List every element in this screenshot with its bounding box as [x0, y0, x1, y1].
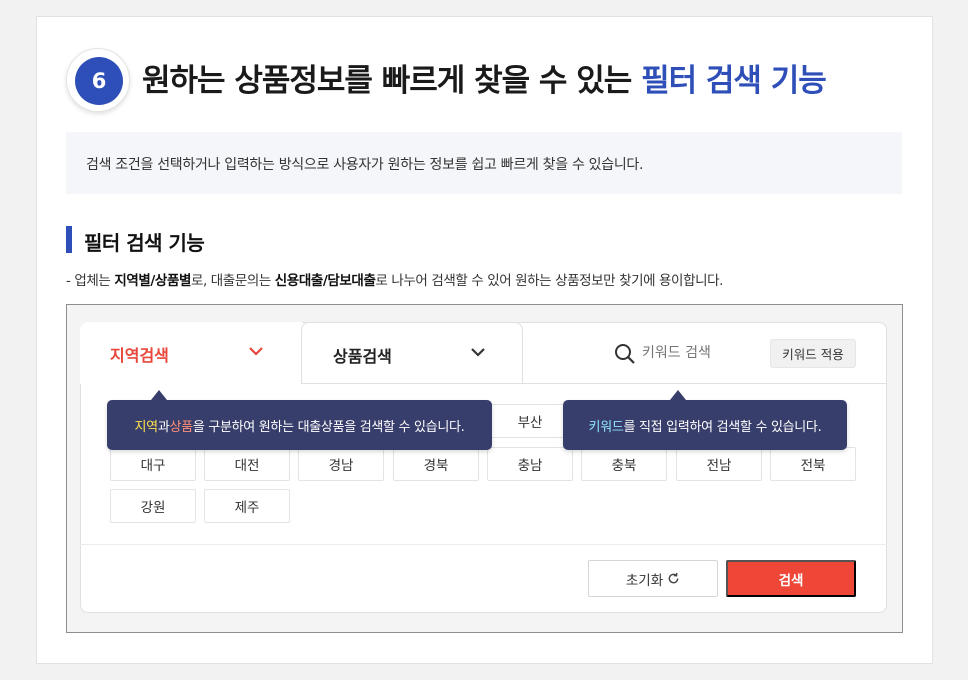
- step-number-badge: 6: [66, 48, 130, 112]
- reset-label: 초기화: [625, 572, 664, 588]
- tab-product-label: 상품검색: [333, 347, 392, 366]
- region-chip-daejeon[interactable]: 대전: [204, 447, 290, 481]
- tooltip-highlight-keyword: 키워드: [588, 419, 624, 435]
- search-icon: [615, 344, 635, 364]
- desc-bold-region-product: 지역별/상품별: [114, 273, 191, 289]
- chevron-down-icon: [249, 347, 263, 356]
- region-chip-gangwon[interactable]: 강원: [110, 489, 196, 523]
- page-title-text: 원하는 상품정보를 빠르게 찾을 수 있는: [142, 63, 642, 99]
- region-chip-gyeongnam[interactable]: 경남: [298, 447, 384, 481]
- refresh-icon: [668, 572, 679, 584]
- intro-text: 검색 조건을 선택하거나 입력하는 방식으로 사용자가 원하는 정보를 쉽고 빠…: [86, 157, 644, 173]
- tab-product-search[interactable]: 상품검색: [301, 322, 523, 384]
- region-chip-jeonbuk[interactable]: 전북: [770, 447, 856, 481]
- tooltip-highlight-product: 상품: [169, 419, 193, 435]
- section-title: 필터 검색 기능: [84, 231, 205, 255]
- region-chip-chungnam[interactable]: 충남: [487, 447, 573, 481]
- region-chip-jeonnam[interactable]: 전남: [676, 447, 762, 481]
- search-button[interactable]: 검색: [726, 560, 856, 597]
- footer-divider: [80, 544, 887, 545]
- step-number: 6: [75, 57, 123, 105]
- desc-part: 로, 대출문의는: [190, 273, 275, 289]
- chevron-down-icon: [471, 348, 485, 357]
- tooltip-text: 을 구분하여 원하는 대출상품을 검색할 수 있습니다.: [192, 419, 465, 435]
- keyword-apply-button[interactable]: 키워드 적용: [770, 339, 856, 368]
- desc-part: - 업체는: [66, 273, 115, 289]
- keyword-search-input[interactable]: [642, 343, 742, 363]
- tooltip-text: 과: [157, 419, 170, 435]
- page-title: 원하는 상품정보를 빠르게 찾을 수 있는 필터 검색 기능: [142, 55, 827, 100]
- tab-region-search[interactable]: 지역검색: [80, 322, 302, 384]
- region-chip-chungbuk[interactable]: 충북: [581, 447, 667, 481]
- region-chip-busan[interactable]: 부산: [487, 404, 573, 438]
- section-description: - 업체는 지역별/상품별로, 대출문의는 신용대출/담보대출로 나누어 검색할…: [66, 269, 723, 289]
- tab-region-label: 지역검색: [110, 346, 169, 365]
- tooltip-keyword: 키워드 를 직접 입력하여 검색할 수 있습니다.: [563, 390, 847, 450]
- tooltip-region-product: 지역 과 상품 을 구분하여 원하는 대출상품을 검색할 수 있습니다.: [107, 390, 492, 450]
- region-chip-gyeongbuk[interactable]: 경북: [393, 447, 479, 481]
- region-chip-daegu[interactable]: 대구: [110, 447, 196, 481]
- region-chip-jeju[interactable]: 제주: [204, 489, 290, 523]
- section-marker: [66, 226, 72, 253]
- desc-part: 로 나누어 검색할 수 있어 원하는 상품정보만 찾기에 용이합니다.: [375, 273, 724, 289]
- page-title-highlight: 필터 검색 기능: [641, 63, 827, 99]
- desc-bold-loan-types: 신용대출/담보대출: [274, 273, 376, 289]
- tooltip-highlight-region: 지역: [134, 419, 158, 435]
- reset-button[interactable]: 초기화: [588, 560, 718, 597]
- intro-box: 검색 조건을 선택하거나 입력하는 방식으로 사용자가 원하는 정보를 쉽고 빠…: [66, 132, 902, 194]
- tab-divider: [523, 383, 886, 384]
- tooltip-text: 를 직접 입력하여 검색할 수 있습니다.: [623, 419, 822, 435]
